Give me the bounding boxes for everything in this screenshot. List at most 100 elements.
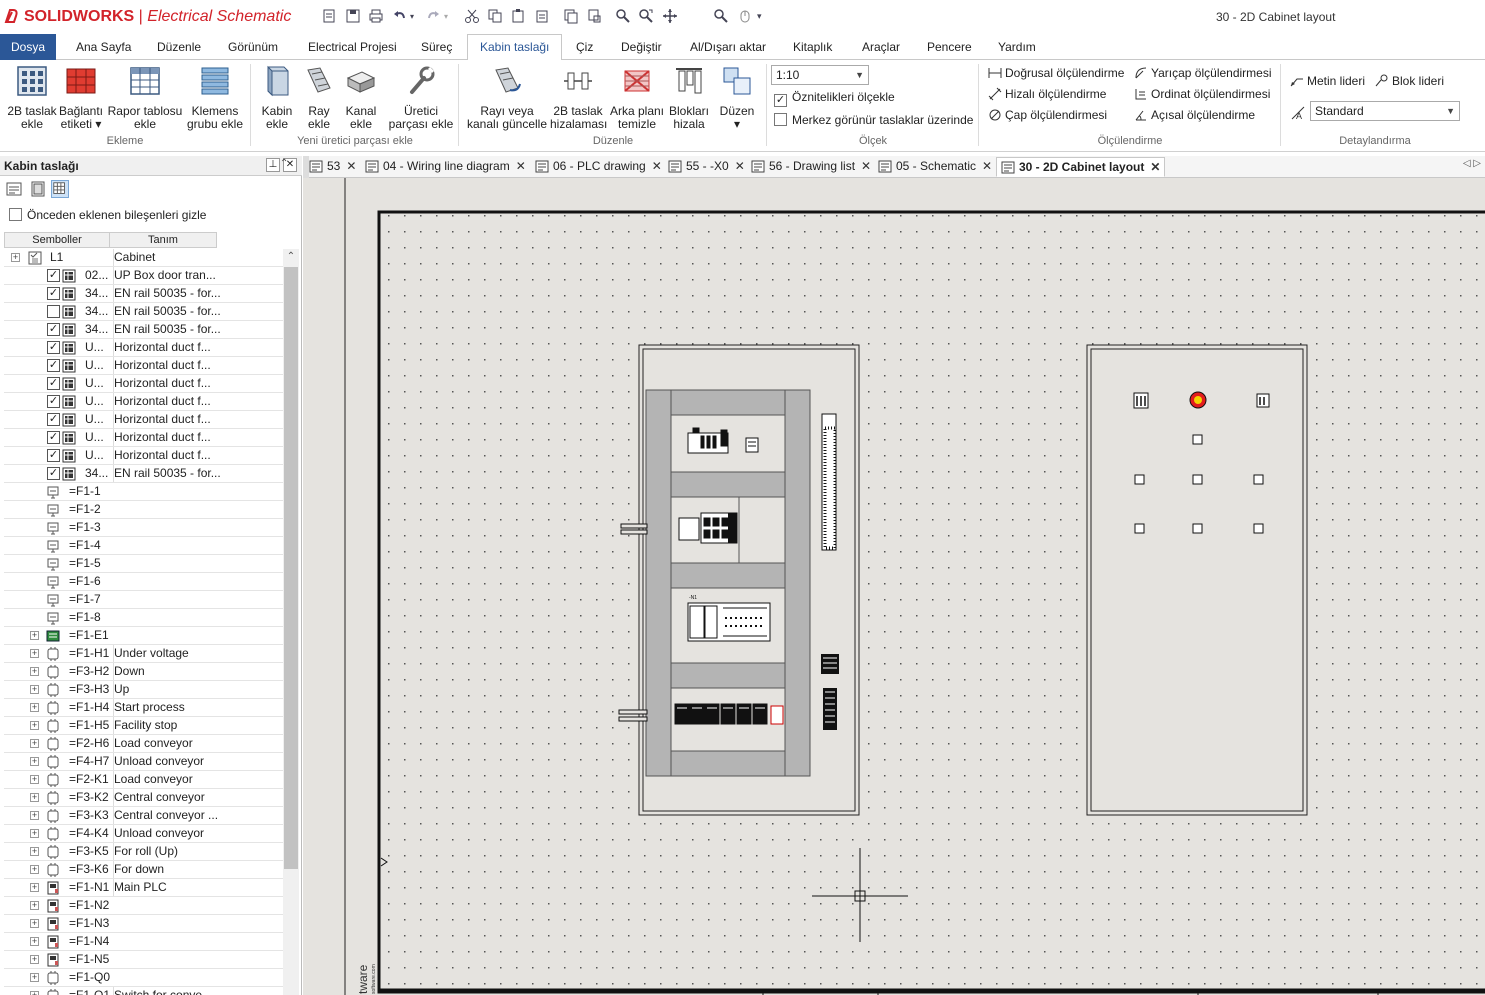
align-blocks-button[interactable]: Blokları hizala [666,64,712,131]
doc-tab[interactable]: 55 - -X0 ✕ [664,157,749,177]
scroll-thumb[interactable] [284,267,298,869]
expand-icon[interactable]: + [30,919,39,928]
close-tab-icon[interactable]: ✕ [652,159,662,173]
tab-scroll-icons[interactable]: ◁ ▷ [1463,158,1481,169]
tree-row[interactable]: ✓ U... Horizontal duct f... [4,375,284,393]
expand-icon[interactable]: + [30,739,39,748]
checkbox-checked[interactable]: ✓ [774,94,787,107]
checkbox-checked[interactable]: ✓ [47,395,60,408]
undo-dropdown-icon[interactable]: ▾ [410,12,426,28]
page-copy-icon[interactable] [563,8,579,24]
tree-row[interactable]: + L1 Cabinet [4,249,284,267]
dimension-style-select[interactable]: Standard ▼ [1310,101,1460,121]
column-header-symbols[interactable]: Semboller [4,232,110,248]
tree-row[interactable]: ✓ U... Horizontal duct f... [4,411,284,429]
close-tab-icon[interactable]: ✕ [861,159,871,173]
doc-tab[interactable]: 06 - PLC drawing ✕ [531,157,666,177]
tree-row[interactable]: + =F4-H7 Unload conveyor [4,753,284,771]
tree-row[interactable]: ✓ U... Horizontal duct f... [4,429,284,447]
expand-icon[interactable]: + [30,811,39,820]
tree-row[interactable]: + =F2-K1 Load conveyor [4,771,284,789]
collapse-tree-icon[interactable]: ⌃ [280,158,288,169]
search-icon[interactable] [713,8,729,24]
clean-background-button[interactable]: Arka planı temizle [608,64,666,131]
ordinate-dimension-button[interactable]: Ordinat ölçülendirmesi [1134,87,1270,101]
checkbox-unchecked[interactable] [9,208,22,221]
menu-view[interactable]: Görünüm [228,40,278,54]
center-view-checkbox[interactable]: Merkez görünür taslaklar üzerinde [774,113,973,127]
checkbox-checked[interactable]: ✓ [47,269,60,282]
scroll-up-icon[interactable]: ⌃ [283,249,299,265]
checkbox-checked[interactable]: ✓ [47,323,60,336]
close-tab-icon[interactable]: ✕ [735,159,745,173]
paste-icon[interactable] [510,8,526,24]
save-icon[interactable] [345,8,361,24]
tree-row[interactable]: =F1-7 [4,591,284,609]
layout-button[interactable]: Düzen ▾ [714,64,760,131]
tree-row[interactable]: + =F1-H4 Start process [4,699,284,717]
drawing-canvas[interactable]: tware software.com -N1 [303,178,1485,995]
tree-row[interactable]: 34... EN rail 50035 - for... [4,303,284,321]
checkbox-unchecked[interactable] [774,113,787,126]
expand-icon[interactable]: + [30,991,39,995]
tree-row[interactable]: + =F3-K5 For roll (Up) [4,843,284,861]
undo-icon[interactable] [392,8,408,24]
menu-window[interactable]: Pencere [927,40,972,54]
expand-icon[interactable]: + [30,973,39,982]
checkbox-checked[interactable]: ✓ [47,431,60,444]
doc-tab[interactable]: 04 - Wiring line diagram ✕ [361,157,530,177]
doc-tab[interactable]: 05 - Schematic ✕ [874,157,996,177]
doc-tab[interactable]: 56 - Drawing list ✕ [747,157,875,177]
cut-icon[interactable] [464,8,480,24]
tree-row[interactable]: + =F1-Q0 [4,969,284,987]
tree-row[interactable]: =F1-2 [4,501,284,519]
expand-icon[interactable]: + [30,775,39,784]
connection-label-button[interactable]: Bağlantı etiketi ▾ [58,64,104,131]
diameter-dimension-button[interactable]: Çap ölçülendirmesi [988,108,1107,122]
tree-row[interactable]: =F1-8 [4,609,284,627]
tree-row[interactable]: + =F2-H6 Load conveyor [4,735,284,753]
checkbox-checked[interactable]: ✓ [47,341,60,354]
tree-row[interactable]: + =F1-H5 Facility stop [4,717,284,735]
close-tab-icon[interactable]: ✕ [982,159,992,173]
linear-dimension-button[interactable]: Doğrusal ölçülendirme [988,66,1124,80]
menu-edit[interactable]: Düzenle [157,40,201,54]
tree-row[interactable]: + =F1-N2 [4,897,284,915]
menu-library[interactable]: Kitaplık [793,40,832,54]
menu-draw[interactable]: Çiz [576,40,593,54]
insert-duct-button[interactable]: Kanal ekle [340,64,382,131]
redo-dropdown-icon[interactable]: ▾ [444,12,460,28]
checkbox-unchecked[interactable] [47,305,60,318]
pan-icon[interactable] [662,8,678,24]
expand-icon[interactable]: + [30,793,39,802]
options-icon[interactable] [737,8,753,24]
tree-row[interactable]: + =F3-K2 Central conveyor [4,789,284,807]
tree-row[interactable]: ✓ 34... EN rail 50035 - for... [4,285,284,303]
tree-row[interactable]: + =F3-H3 Up [4,681,284,699]
tree-row[interactable]: =F1-6 [4,573,284,591]
radius-dimension-button[interactable]: Yarıçap ölçülendirmesi [1134,66,1272,80]
angular-dimension-button[interactable]: Açısal ölçülendirme [1134,108,1255,122]
cabinet-door[interactable] [1086,344,1308,816]
tree-view-icon[interactable] [5,180,23,198]
tree-scrollbar[interactable]: ⌃ [283,249,299,995]
qa-dropdown-icon[interactable]: ▾ [757,11,773,27]
tree-row[interactable]: + =F1-N3 [4,915,284,933]
checkbox-checked[interactable]: ✓ [47,287,60,300]
expand-icon[interactable]: + [30,703,39,712]
checkbox-checked[interactable]: ✓ [47,359,60,372]
relay-row[interactable] [674,703,784,725]
tree-row[interactable]: + =F1-N5 [4,951,284,969]
expand-icon[interactable]: + [30,757,39,766]
aligned-dimension-button[interactable]: Hizalı ölçülendirme [988,87,1106,101]
redo-icon[interactable] [425,8,441,24]
expand-icon[interactable]: + [30,865,39,874]
checkbox-checked[interactable]: ✓ [47,467,60,480]
page-paste-icon[interactable] [587,8,603,24]
insert-report-table-button[interactable]: Rapor tablosu ekle [106,64,184,131]
menu-help[interactable]: Yardım [998,40,1036,54]
copy-icon[interactable] [487,8,503,24]
block-leader-button[interactable]: Blok lideri [1375,74,1444,88]
menu-project[interactable]: Electrical Projesi [308,40,397,54]
tree-row[interactable]: =F1-4 [4,537,284,555]
